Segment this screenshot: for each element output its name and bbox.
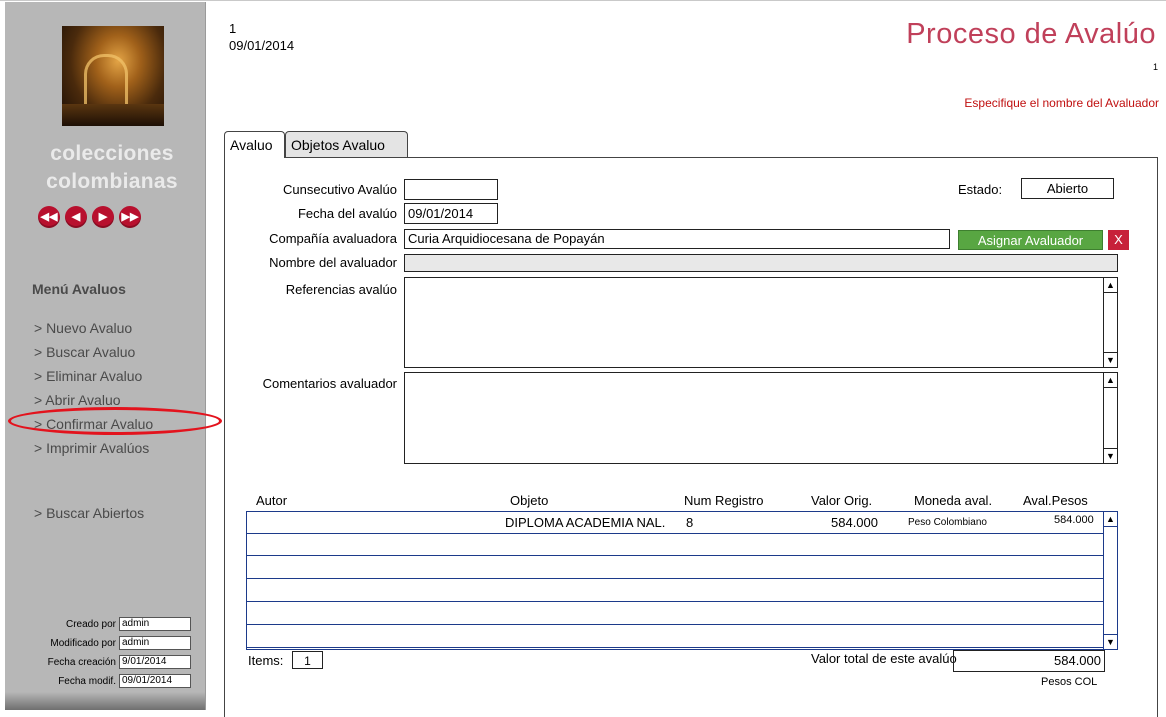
total-value-field: 584.000 (953, 650, 1105, 672)
scroll-down-icon[interactable]: ▼ (1104, 634, 1117, 649)
creado-por-field: admin (119, 617, 191, 631)
meta-modificado-por: Modificado por admin (50, 636, 191, 650)
page-title: Proceso de Avalúo (906, 18, 1156, 50)
comentarios-textarea[interactable]: ▲ ▼ (404, 372, 1118, 464)
last-record-icon[interactable]: ▶▶ (119, 206, 141, 228)
fecha-creacion-field: 9/01/2014 (119, 655, 191, 669)
items-count: 1 (292, 651, 323, 669)
consecutivo-label: Cunsecutivo Avalúo (283, 182, 397, 197)
cell-valor-orig: 584.000 (831, 515, 878, 530)
comentarios-label: Comentarios avaluador (262, 376, 397, 391)
scroll-up-icon[interactable]: ▲ (1104, 512, 1117, 527)
meta-creado-por: Creado por admin (66, 617, 191, 631)
table-row[interactable] (247, 603, 1104, 625)
table-row[interactable] (247, 580, 1104, 602)
scroll-down-icon[interactable]: ▼ (1104, 448, 1117, 463)
referencias-scrollbar[interactable]: ▲ ▼ (1103, 278, 1117, 367)
sidebar: colecciones colombianas ◀◀ ◀ ▶ ▶▶ Menú A… (5, 2, 206, 710)
scroll-up-icon[interactable]: ▲ (1104, 373, 1117, 388)
table-row[interactable]: DIPLOMA ACADEMIA NAL. 8 584.000 Peso Col… (247, 512, 1104, 534)
next-record-icon[interactable]: ▶ (92, 206, 114, 228)
tab-objetos-avaluo[interactable]: Objetos Avaluo (285, 131, 408, 157)
cell-moneda: Peso Colombiano (908, 517, 987, 528)
scroll-down-icon[interactable]: ▼ (1104, 352, 1117, 367)
first-record-icon[interactable]: ◀◀ (38, 206, 60, 228)
objects-table: DIPLOMA ACADEMIA NAL. 8 584.000 Peso Col… (246, 511, 1118, 650)
meta-fecha-creacion: Fecha creación 9/01/2014 (48, 655, 191, 669)
table-row[interactable] (247, 557, 1104, 579)
fecha-label: Fecha del avalúo (297, 206, 397, 221)
table-scrollbar[interactable]: ▲ ▼ (1103, 512, 1117, 649)
fecha-modif-field: 09/01/2014 (119, 674, 191, 688)
modificado-por-field: admin (119, 636, 191, 650)
menu-item-buscar-abiertos[interactable]: > Buscar Abiertos (34, 505, 144, 521)
cell-aval-pesos: 584.000 (1054, 514, 1094, 526)
meta-fecha-modif: Fecha modif. 09/01/2014 (58, 674, 191, 688)
column-objeto: Objeto (510, 493, 549, 508)
top-border (0, 0, 1166, 1)
column-moneda-aval: Moneda aval. (914, 493, 993, 508)
consecutivo-field[interactable] (404, 179, 498, 200)
header-date: 09/01/2014 (229, 38, 295, 53)
previous-record-icon[interactable]: ◀ (65, 206, 87, 228)
estado-field: Abierto (1021, 178, 1114, 199)
comentarios-scrollbar[interactable]: ▲ ▼ (1103, 373, 1117, 463)
fecha-field[interactable]: 09/01/2014 (404, 203, 498, 224)
table-row[interactable] (247, 626, 1104, 648)
items-label: Items: (248, 653, 284, 668)
menu-item-imprimir-avaluos[interactable]: > Imprimir Avalúos (34, 440, 149, 456)
referencias-label: Referencias avalúo (285, 282, 397, 297)
nombre-avaluador-field[interactable] (404, 254, 1118, 272)
cell-objeto: DIPLOMA ACADEMIA NAL. (505, 515, 666, 530)
highlight-annotation (8, 407, 222, 435)
brand-line-2: colombianas (46, 170, 178, 193)
validation-message: Especifique el nombre del Avaluador (964, 96, 1159, 110)
menu-item-eliminar-avaluo[interactable]: > Eliminar Avaluo (34, 368, 142, 384)
scroll-up-icon[interactable]: ▲ (1104, 278, 1117, 293)
total-label: Valor total de este avalúo (811, 651, 957, 666)
compania-field[interactable]: Curia Arquidiocesana de Popayán (404, 229, 950, 249)
record-navigation: ◀◀ ◀ ▶ ▶▶ (38, 206, 141, 228)
clear-appraiser-button[interactable]: X (1108, 230, 1129, 250)
menu-item-buscar-avaluo[interactable]: > Buscar Avaluo (34, 344, 135, 360)
menu-title: Menú Avaluos (32, 281, 126, 297)
column-num-registro: Num Registro (684, 493, 764, 508)
menu-item-nuevo-avaluo[interactable]: > Nuevo Avaluo (34, 320, 132, 336)
compania-label: Compañía avaluadora (269, 231, 397, 246)
currency-label: Pesos COL (1041, 676, 1098, 688)
collection-photo (62, 26, 164, 126)
referencias-textarea[interactable]: ▲ ▼ (404, 277, 1118, 368)
column-aval-pesos: Aval.Pesos (1023, 493, 1088, 508)
menu-item-abrir-avaluo[interactable]: > Abrir Avaluo (34, 392, 121, 408)
tab-avaluo[interactable]: Avaluo (224, 131, 285, 158)
table-row[interactable] (247, 534, 1104, 556)
assign-appraiser-button[interactable]: Asignar Avaluador (958, 230, 1103, 250)
brand-line-1: colecciones (50, 142, 174, 165)
cell-num-registro: 8 (686, 515, 694, 530)
page-number: 1 (1152, 62, 1158, 72)
nombre-label: Nombre del avaluador (269, 255, 397, 270)
estado-label: Estado: (958, 182, 1003, 197)
column-valor-orig: Valor Orig. (811, 493, 873, 508)
record-number: 1 (229, 21, 237, 36)
column-autor: Autor (256, 493, 288, 508)
